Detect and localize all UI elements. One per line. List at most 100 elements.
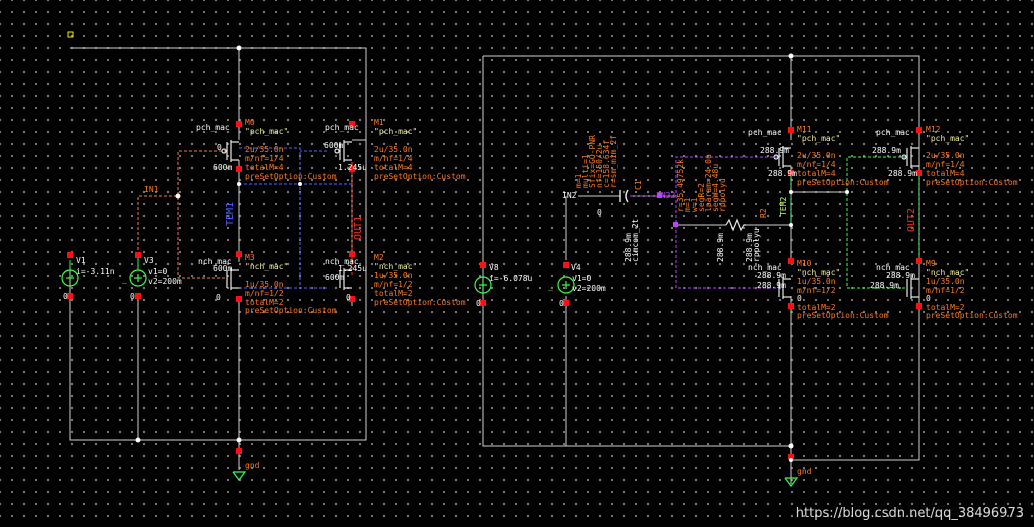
ground-icon	[232, 471, 247, 481]
m0-preset: preSetOption:Custom	[245, 172, 337, 181]
m10-va: 288.9m	[757, 271, 786, 280]
net-in2-label: IN2	[562, 191, 577, 200]
v3-v2: v2=200m	[148, 277, 182, 286]
capacitor-icon	[619, 189, 629, 203]
m10-vb: 288.9m	[757, 281, 786, 290]
m0-quoted: "pch_mac"	[245, 127, 288, 136]
net-out2-label: OUT2	[906, 208, 917, 232]
m2-vb: 600m	[325, 273, 344, 282]
m2-vc: 0	[346, 293, 351, 302]
m2-name: M2	[374, 253, 384, 262]
v3-v1: v1=0	[148, 267, 167, 276]
m9-vb: 288.9m	[870, 281, 899, 290]
m9-mnf: m/nf=1/2	[926, 286, 965, 295]
m12-va: 288.9m	[872, 146, 901, 155]
m12-quoted: "pch_mac"	[926, 134, 969, 143]
m9-wl: 1u/35.0n	[926, 277, 965, 286]
schematic-svg[interactable]: V1 i=-3.11n 0 V3 v1=0 v2=200m _ 0 IN1 OU…	[0, 0, 1034, 527]
m2-preset: preSetOption:Custom	[374, 298, 466, 307]
m1-preset: preSetOption:Custom	[374, 172, 466, 181]
v1-ground-value: 0	[63, 292, 68, 301]
selection-marker	[67, 31, 74, 38]
m12-preset: preSetOption:Custom	[926, 178, 1018, 187]
net-tem2-label: TEM2	[779, 197, 788, 216]
m12-wl: 2u/35.0n	[926, 151, 965, 160]
m10-mnf: m/nf=1/2	[797, 286, 836, 295]
cap-name: C1	[634, 180, 643, 190]
m11-quoted: "pch_mac"	[797, 134, 840, 143]
m11-name: M11	[797, 125, 812, 134]
m0-total: totalM=4	[245, 163, 284, 172]
res-line-6: rppolyu	[718, 178, 727, 212]
m2-mnf: m/nf=1/2	[374, 280, 413, 289]
m1-mnf: m/nf=1/4	[374, 154, 413, 163]
m1-total: totalM=4	[374, 163, 413, 172]
m9-va: 288.9m	[886, 271, 915, 280]
m3-vb: 0	[216, 293, 221, 302]
v8-value: i=-6.078u	[489, 274, 533, 283]
cap-va: 0	[597, 208, 602, 217]
m10-wl: 1u/35.0n	[797, 277, 836, 286]
m3-wl: 1u/35.0n	[245, 280, 284, 289]
m1-name: M1	[374, 118, 384, 127]
v3-prefix: _	[122, 275, 127, 284]
v8-name: V8	[489, 263, 499, 272]
right-junctions	[788, 53, 849, 462]
m0-name: M0	[245, 118, 255, 127]
cap-line-5: r=sm_mim_2f	[609, 135, 618, 188]
v1-value: i=-3.11n	[76, 267, 115, 276]
v3-ground-value: 0	[130, 292, 135, 301]
watermark: https://blog.csdn.net/qq_38496973	[795, 506, 1024, 521]
m12-vb: 288.9m	[888, 169, 917, 178]
m2-quoted: "nch_mac"	[374, 262, 417, 271]
right-pins	[480, 127, 922, 460]
gnd-label-2: gnd	[797, 467, 812, 476]
m1-vb: 1.245u	[338, 163, 367, 172]
m3-mnf: m/nf=1/2	[245, 289, 284, 298]
v4-v1: v1=0	[572, 274, 591, 283]
m0-vb: 600m	[213, 163, 232, 172]
m12-mnf: m/nf=1/4	[926, 160, 965, 169]
m11-wl: 2u/35.0n	[797, 151, 836, 160]
res-va: 288.9m	[716, 233, 725, 262]
m3-va: 600m	[213, 264, 232, 273]
m10-name: M10	[797, 259, 812, 268]
cap-extra: cimcom_2t	[631, 218, 640, 262]
m2-va: 1.245u	[338, 264, 367, 273]
m10-vc: 0	[797, 294, 802, 303]
m3-preset: preSetOption:Custom	[245, 306, 337, 315]
m11-va: 288.9m	[760, 146, 789, 155]
m0-mnf: m/nf=1/4	[245, 154, 284, 163]
m11-vb: 288.9m	[768, 169, 797, 178]
m0-model: pch_mac	[196, 123, 230, 132]
right-labels: V8 i=-6.078u 0 V4 v1=0 v2=200m _ 0 IN2 I…	[476, 125, 1018, 476]
m11-model: pch_mac	[748, 128, 782, 137]
m10-quoted: "nch_mac"	[797, 268, 840, 277]
m1-wl: 2u/35.0n	[374, 145, 413, 154]
m2-total: totalM=2	[374, 289, 413, 298]
net-in1-label: IN1	[144, 185, 159, 194]
net-tem1-label: TEM1	[225, 202, 236, 226]
res-name: R2	[759, 208, 768, 218]
net-out1-label: OUT1	[353, 216, 364, 240]
left-labels: V1 i=-3.11n 0 V3 v1=0 v2=200m _ 0 IN1 OU…	[63, 118, 466, 470]
m1-model: pch_mac	[325, 123, 359, 132]
res-extra: rppolyu	[752, 228, 761, 262]
m2-wl: 1u/35.0n	[374, 271, 413, 280]
v4-ground-value: 0	[559, 299, 564, 308]
m3-name: M3	[245, 253, 255, 262]
m1-quoted: "pch_mac"	[374, 127, 417, 136]
right-wires	[482, 55, 920, 484]
schematic-canvas[interactable]: V1 i=-3.11n 0 V3 v1=0 v2=200m _ 0 IN1 OU…	[0, 0, 1034, 527]
m9-vc: 0	[926, 294, 931, 303]
v4-prefix: _	[548, 282, 553, 291]
left-junctions	[135, 45, 302, 443]
m0-wl: 2u/35.0n	[245, 145, 284, 154]
m9-name: M9	[926, 259, 936, 268]
gnd-label: gnd	[245, 461, 260, 470]
m12-model: pch_mac	[876, 128, 910, 137]
m11-total: totalM=4	[797, 169, 836, 178]
m10-preset: preSetOption:Custom	[797, 311, 889, 320]
v4-name: V4	[571, 263, 581, 272]
m9-quoted: "nch_mac"	[926, 268, 969, 277]
